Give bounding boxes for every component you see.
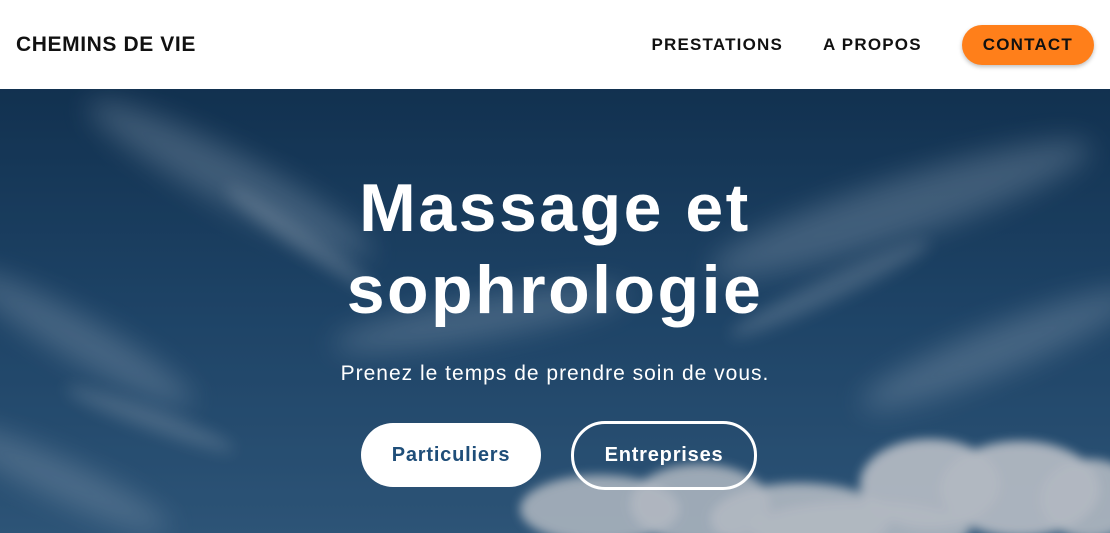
entreprises-button[interactable]: Entreprises	[571, 421, 757, 490]
contact-button[interactable]: CONTACT	[961, 24, 1094, 65]
hero-content: Massage et sophrologie Prenez le temps d…	[0, 89, 1110, 533]
hero-subtitle: Prenez le temps de prendre soin de vous.	[340, 362, 770, 385]
hero-title-line-2: sophrologie	[346, 252, 764, 328]
nav-link-a-propos[interactable]: A PROPOS	[823, 35, 922, 55]
hero-title: Massage et sophrologie	[0, 167, 1110, 331]
particuliers-button[interactable]: Particuliers	[361, 423, 541, 487]
site-header: CHEMINS DE VIE PRESTATIONS A PROPOS CONT…	[0, 0, 1110, 89]
hero-button-group: Particuliers Entreprises	[0, 421, 1110, 490]
site-logo[interactable]: CHEMINS DE VIE	[16, 33, 196, 57]
main-nav: PRESTATIONS A PROPOS CONTACT	[651, 24, 1094, 65]
hero-section: Massage et sophrologie Prenez le temps d…	[0, 89, 1110, 533]
nav-link-prestations[interactable]: PRESTATIONS	[651, 35, 783, 55]
hero-title-line-1: Massage et	[359, 170, 751, 246]
